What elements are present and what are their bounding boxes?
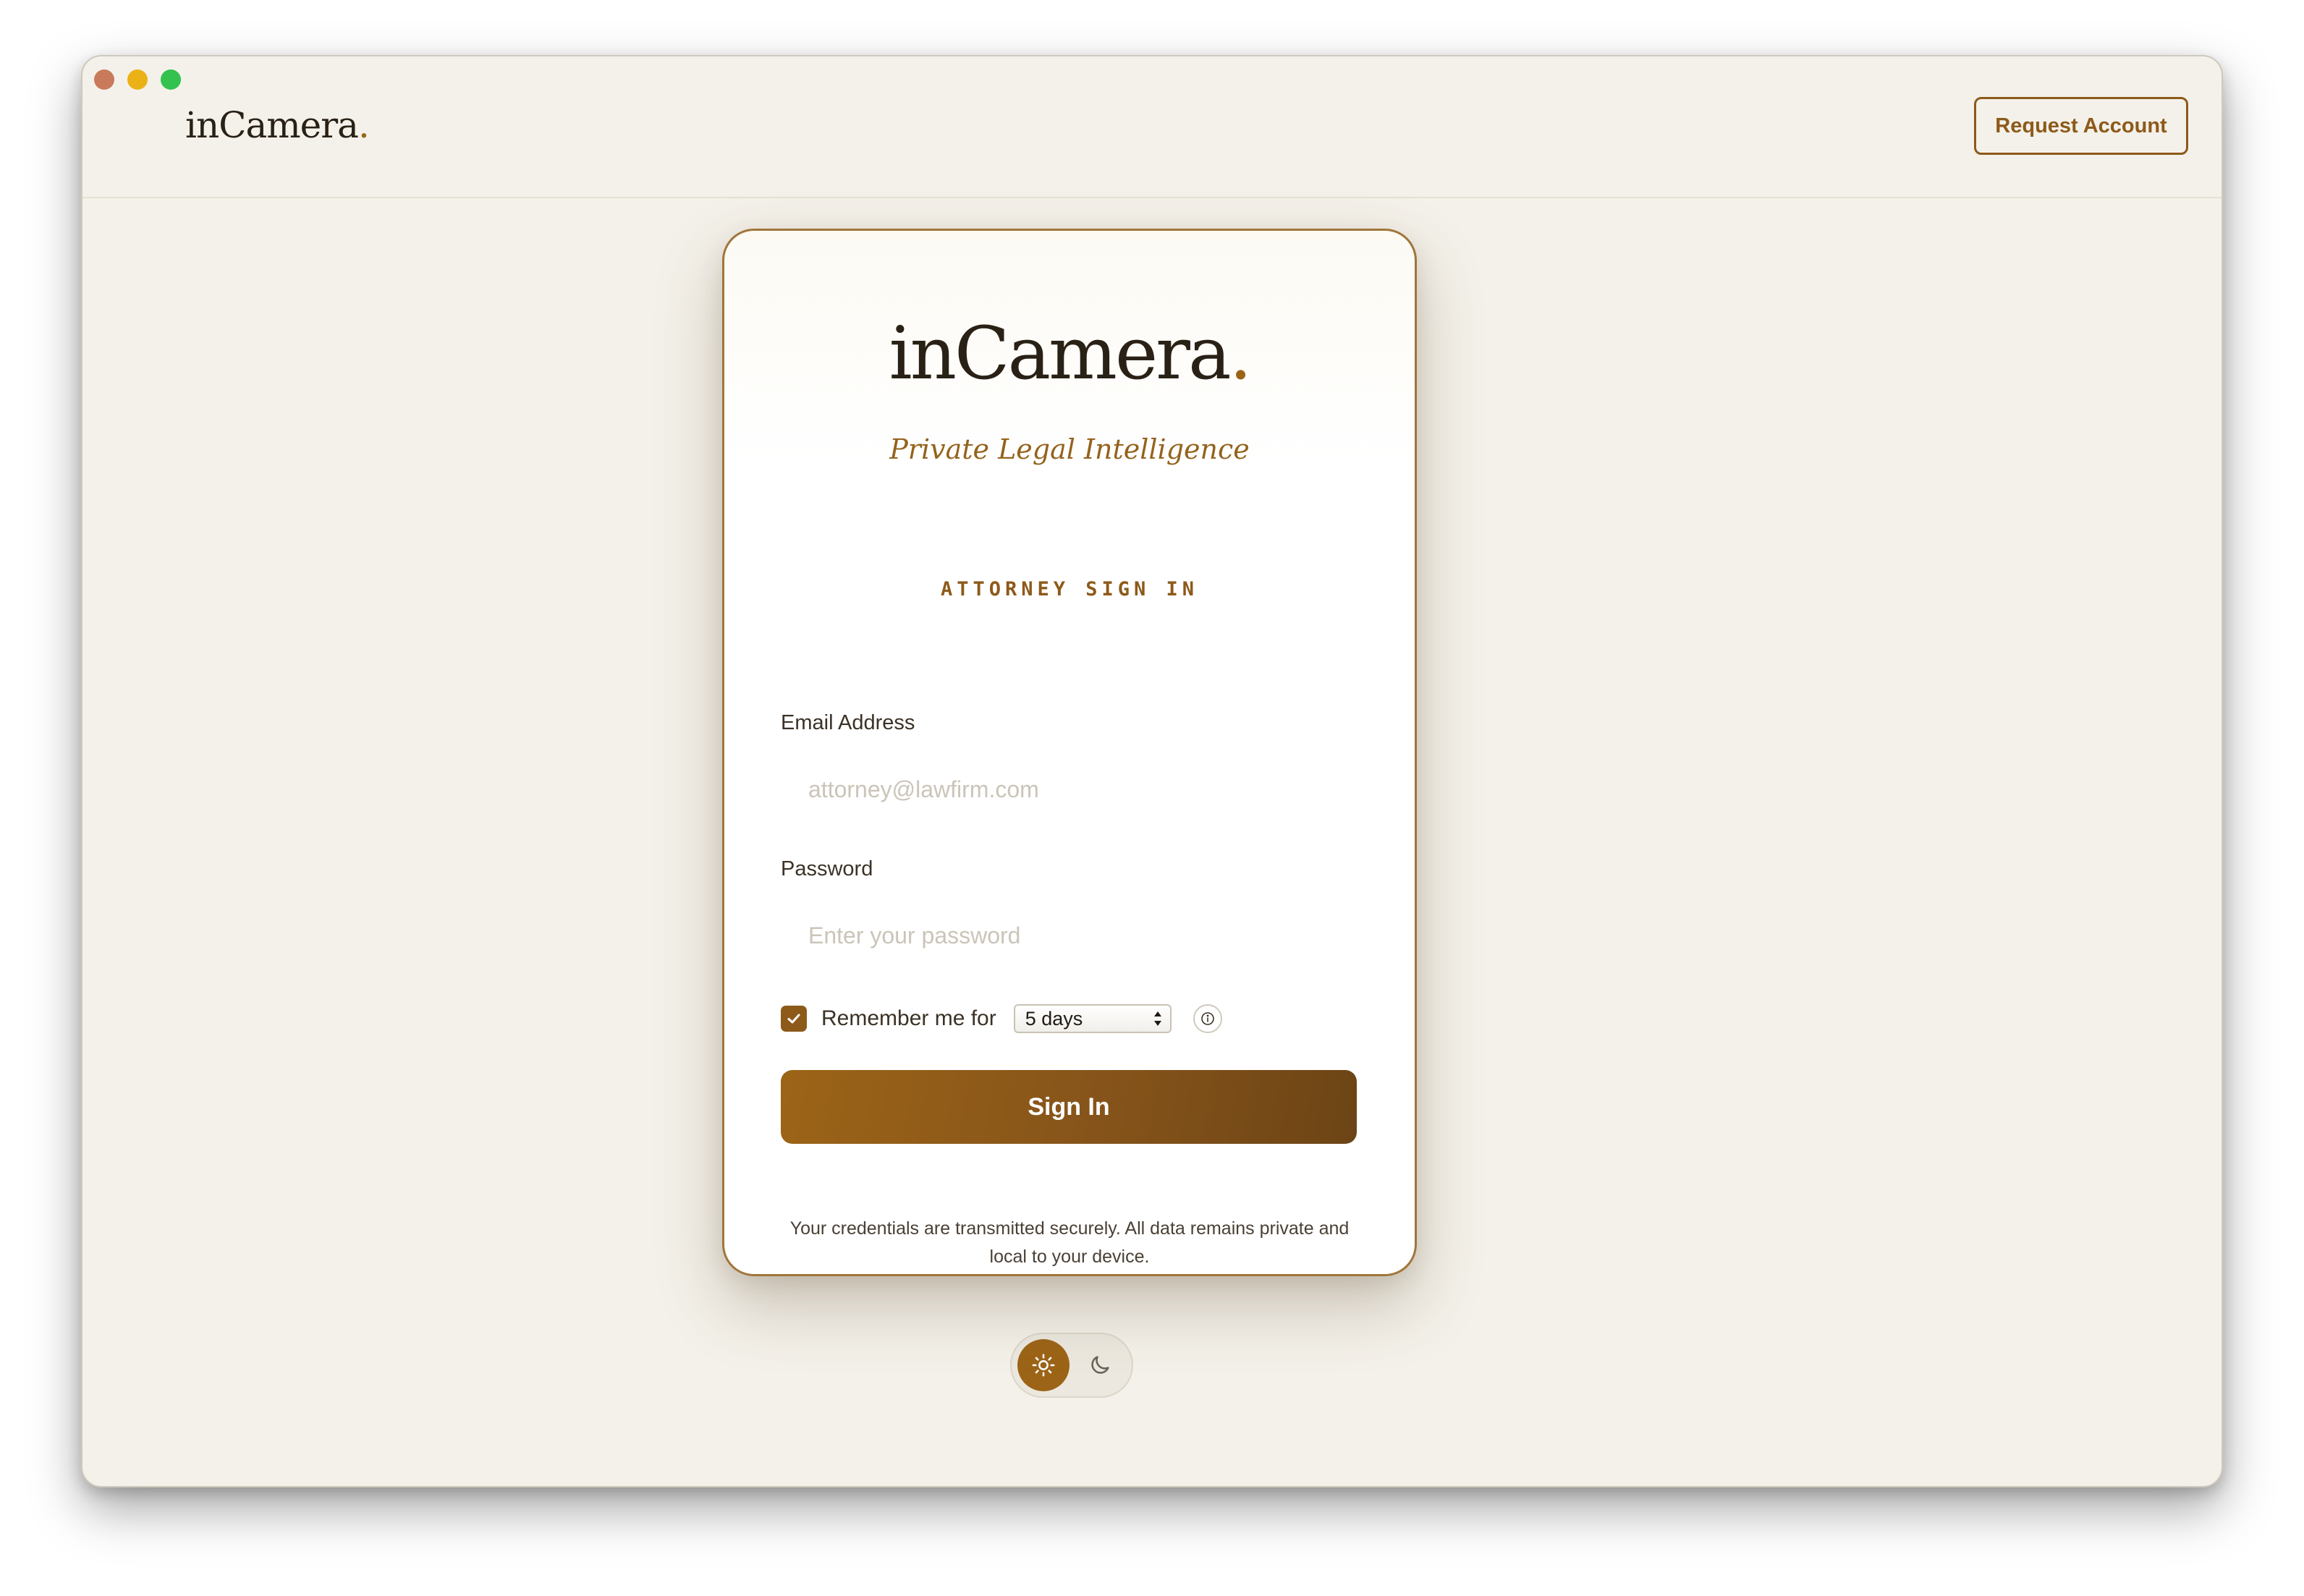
- sign-in-button[interactable]: Sign In: [781, 1070, 1357, 1144]
- select-arrows-icon: [1153, 1011, 1161, 1026]
- email-input[interactable]: [781, 762, 1357, 817]
- dark-theme-button[interactable]: [1074, 1339, 1126, 1391]
- remember-me-label: Remember me for: [821, 1006, 996, 1030]
- info-icon: [1200, 1012, 1214, 1025]
- security-note: Your credentials are transmitted securel…: [789, 1218, 1350, 1267]
- checkmark-icon: [787, 1014, 800, 1024]
- top-bar: inCamera. Request Account: [82, 56, 2222, 198]
- request-account-button[interactable]: Request Account: [1974, 97, 2188, 155]
- card-logo-text: inCamera: [889, 311, 1232, 396]
- remember-duration-select[interactable]: 5 days: [1013, 1004, 1172, 1033]
- sign-in-heading: ATTORNEY SIGN IN: [940, 578, 1199, 600]
- remember-duration-value: 5 days: [1025, 1007, 1083, 1030]
- password-input[interactable]: [781, 908, 1357, 963]
- tagline: Private Legal Intelligence: [889, 433, 1250, 465]
- email-label: Email Address: [781, 711, 915, 734]
- sun-icon: [1032, 1354, 1055, 1377]
- header-logo[interactable]: inCamera.: [185, 104, 370, 146]
- header-logo-dot: .: [357, 104, 370, 146]
- password-label: Password: [781, 857, 873, 880]
- remember-info-button[interactable]: [1193, 1004, 1222, 1033]
- light-theme-button[interactable]: [1017, 1339, 1070, 1391]
- header-logo-text: inCamera: [185, 104, 359, 146]
- card-logo: inCamera.: [724, 318, 1415, 390]
- remember-me-row: Remember me for 5 days: [781, 1001, 1222, 1037]
- card-logo-dot: .: [1229, 311, 1253, 396]
- remember-me-checkbox[interactable]: [781, 1006, 807, 1032]
- moon-icon: [1091, 1356, 1109, 1374]
- sign-in-card: inCamera. Private Legal Intelligence ATT…: [722, 229, 1417, 1276]
- theme-toggle: [1010, 1333, 1133, 1398]
